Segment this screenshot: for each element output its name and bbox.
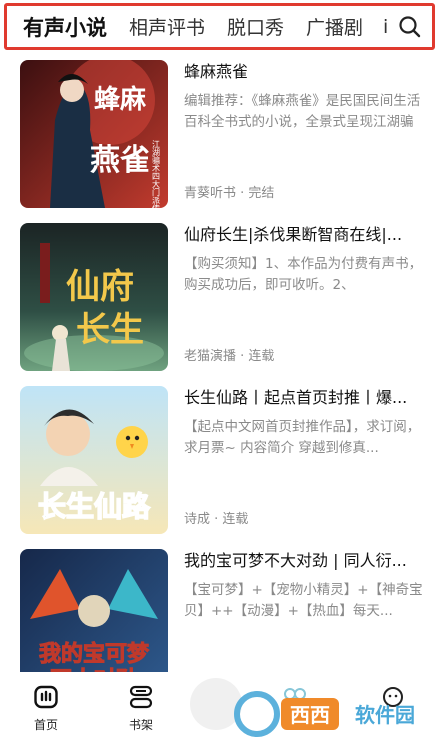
category-tabbar: 有声小说 相声评书 脱口秀 广播剧 i (4, 3, 435, 50)
nav-home[interactable]: 首页 (16, 684, 76, 733)
tab-audio-novel[interactable]: 有声小说 (23, 12, 107, 42)
book-item[interactable]: 长生仙路 长生仙路丨起点首页封推丨爆... 【起点中文网首页封推作品】，求订阅，… (0, 386, 439, 536)
tab-crosstalk[interactable]: 相声评书 (129, 13, 205, 40)
book-description: 【宝可梦】+【宠物小精灵】+【神奇宝贝】++【动漫】+【热血】每天... (184, 582, 423, 619)
bookshelf-icon (129, 685, 153, 709)
book-cover: 蜂麻 燕雀 江湖骗术四大门派传奇 (20, 60, 168, 208)
nav-home-label: 首页 (33, 718, 58, 732)
book-item[interactable]: 蜂麻 燕雀 江湖骗术四大门派传奇 蜂麻燕雀 编辑推荐：《蜂麻燕雀》是民国民间生活… (0, 60, 439, 210)
book-title: 仙府长生|杀伐果断智商在线|... (184, 225, 403, 244)
svg-text:长生: 长生 (76, 310, 144, 350)
svg-text:软件园: 软件园 (355, 703, 415, 727)
book-title: 蜂麻燕雀 (184, 62, 249, 81)
book-description: 【购买须知】1、本作品为付费有声书，购买成功后，即可收听。2、 (184, 256, 423, 293)
search-icon (399, 16, 421, 38)
tab-talk-show[interactable]: 脱口秀 (227, 13, 284, 40)
book-item[interactable]: 仙府 长生 仙府长生|杀伐果断智商在线|... 【购买须知】1、本作品为付费有声… (0, 223, 439, 373)
book-description: 编辑推荐：《蜂麻燕雀》是民国民间生活百科全书式的小说，全景式呈现江湖骗术四大门派… (184, 93, 421, 130)
nav-bookshelf-label: 书架 (128, 718, 153, 732)
book-meta: 青葵听书 · 完结 (184, 186, 275, 201)
book-cover: 长生仙路 (20, 386, 168, 534)
svg-text:燕雀: 燕雀 (90, 143, 150, 178)
watermark: 西西 软件园 (217, 690, 437, 740)
home-icon (34, 685, 58, 709)
svg-text:江湖骗术四大门派传奇: 江湖骗术四大门派传奇 (152, 140, 161, 208)
book-cover: 仙府 长生 (20, 223, 168, 371)
svg-text:仙府: 仙府 (66, 267, 134, 307)
tab-overflow[interactable]: i (383, 16, 397, 38)
svg-text:蜂麻: 蜂麻 (94, 85, 147, 115)
nav-bookshelf[interactable]: 书架 (111, 684, 171, 733)
book-meta: 老猫演播 · 连载 (184, 349, 275, 364)
bottom-navigation: 首页 书架 西西 软件园 (0, 672, 439, 745)
book-description: 【起点中文网首页封推作品】，求订阅，求月票~ 内容简介 穿越到修真... (184, 419, 421, 456)
svg-text:西西: 西西 (290, 703, 330, 727)
book-meta: 诗成 · 连载 (184, 512, 249, 527)
svg-text:我的宝可梦: 我的宝可梦 (39, 641, 150, 667)
svg-text:长生仙路: 长生仙路 (38, 490, 151, 523)
book-title: 我的宝可梦不大对劲 | 同人衍... (184, 551, 407, 570)
tab-radio-drama[interactable]: 广播剧 (306, 13, 363, 40)
book-title: 长生仙路丨起点首页封推丨爆... (184, 388, 408, 407)
search-button[interactable] (396, 13, 424, 41)
